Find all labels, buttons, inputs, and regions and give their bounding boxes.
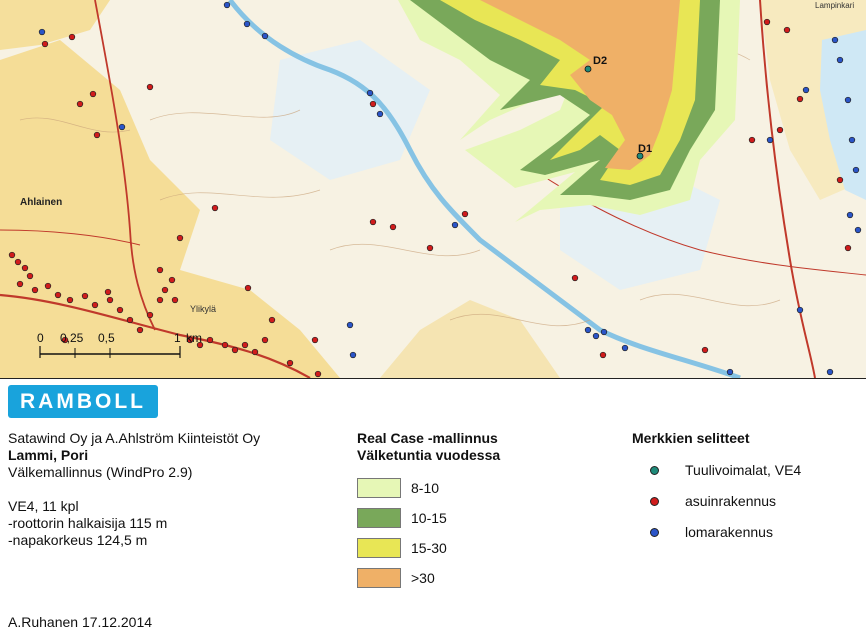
place-label-ylikyla: Ylikylä <box>190 304 216 314</box>
symbol-label: asuinrakennus <box>685 493 777 509</box>
turbine-label-d2: D2 <box>593 55 607 67</box>
scenario-label: VE4, 11 kpl <box>8 498 79 514</box>
symbol-label: lomarakennus <box>685 524 773 540</box>
place-label-ahlainen: Ahlainen <box>20 197 62 208</box>
turbine-label-d1: D1 <box>638 143 652 155</box>
flicker-class-label: >30 <box>411 570 435 586</box>
holiday-symbol-icon <box>650 528 659 537</box>
residential-symbol-icon <box>650 497 659 506</box>
scale-tick-0: 0 <box>37 331 44 345</box>
flicker-legend-title-line1: Real Case -mallinnus <box>357 430 498 446</box>
flicker-class-swatch <box>357 478 401 498</box>
flicker-legend-title-line2: Välketuntia vuodessa <box>357 447 501 463</box>
flicker-class-swatch <box>357 568 401 588</box>
map-canvas: D2 D1 Ahlainen Ylikylä Lampinkari 0 0,25… <box>0 0 866 378</box>
turbine-symbol-icon <box>650 466 659 475</box>
flicker-class-swatch <box>357 538 401 558</box>
turbine-d2 <box>584 65 592 73</box>
map-view[interactable]: D2 D1 Ahlainen Ylikylä Lampinkari 0 0,25… <box>0 0 866 379</box>
rotor-diameter: -roottorin halkaisija 115 m <box>8 515 168 531</box>
scale-tick-05: 0,5 <box>98 331 115 345</box>
scale-unit: km <box>186 331 202 345</box>
place-label-lampinkari: Lampinkari <box>815 1 854 10</box>
symbol-label: Tuulivoimalat, VE4 <box>685 462 802 478</box>
scale-tick-1: 1 <box>174 331 181 345</box>
ramboll-logo: RAMBOLL <box>8 385 158 418</box>
flicker-class-label: 15-30 <box>411 540 447 556</box>
project-subtitle: Välkemallinnus (WindPro 2.9) <box>8 464 193 480</box>
scale-tick-025: 0,25 <box>60 331 84 345</box>
project-info: Satawind Oy ja A.Ahlström Kiinteistöt Oy… <box>8 430 260 549</box>
symbols-legend-title: Merkkien selitteet <box>632 430 750 446</box>
hub-height: -napakorkeus 124,5 m <box>8 532 148 548</box>
flicker-legend-title: Real Case -mallinnus Välketuntia vuodess… <box>357 430 500 464</box>
author-date: A.Ruhanen 17.12.2014 <box>8 614 153 630</box>
project-name: Lammi, Pori <box>8 447 89 463</box>
flicker-class-label: 8-10 <box>411 480 440 496</box>
flicker-class-label: 10-15 <box>411 510 447 526</box>
client-name: Satawind Oy ja A.Ahlström Kiinteistöt Oy <box>8 430 261 446</box>
flicker-class-swatch <box>357 508 401 528</box>
